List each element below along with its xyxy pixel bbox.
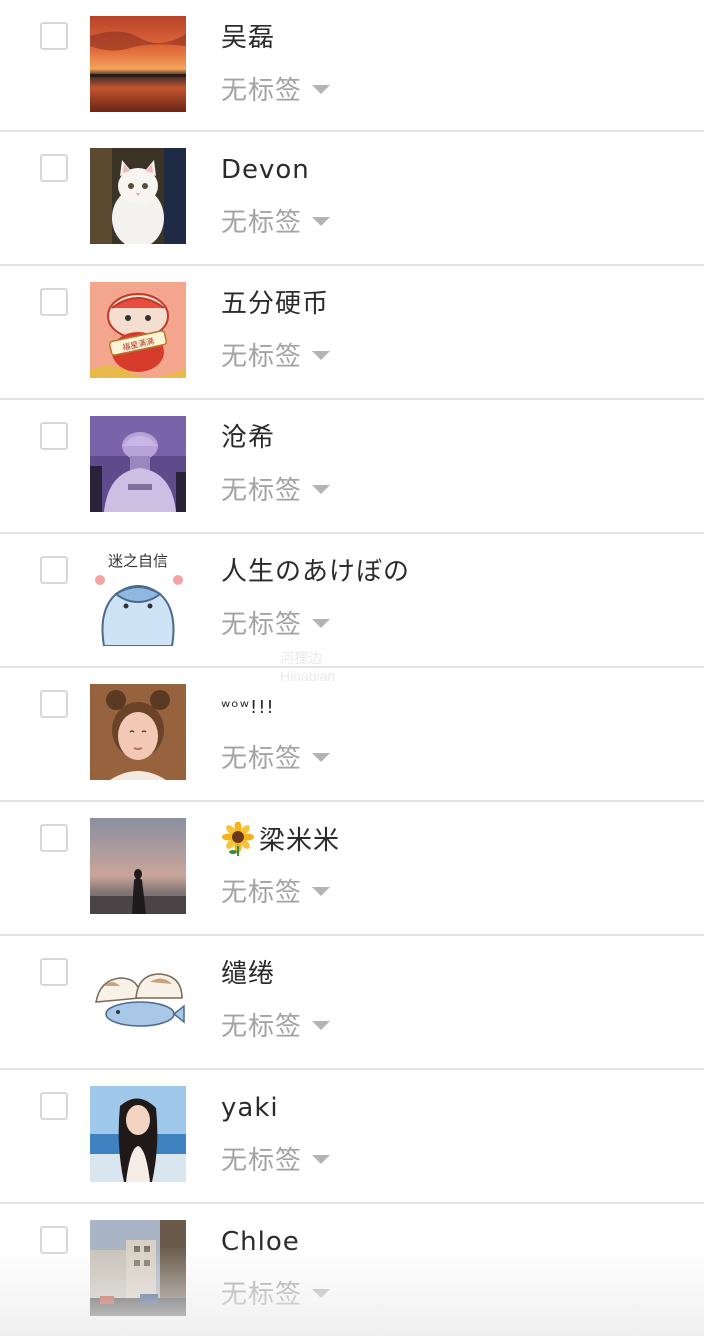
contact-row[interactable]: 梁米米 无标签 <box>0 802 704 936</box>
caret-down-icon <box>312 216 331 226</box>
tag-label: 无标签 <box>221 1279 303 1310</box>
tag-dropdown[interactable]: 无标签 <box>221 470 331 506</box>
select-checkbox[interactable] <box>40 288 68 316</box>
watermark: 河狸边 Hinabian <box>280 648 430 692</box>
select-checkbox[interactable] <box>40 1092 68 1120</box>
caret-down-icon <box>312 84 331 94</box>
lion-dance-cartoon-avatar[interactable]: 福星满满 <box>90 282 186 378</box>
tag-label: 无标签 <box>221 1011 303 1042</box>
caret-down-icon <box>312 350 331 360</box>
tag-dropdown[interactable]: 无标签 <box>221 872 331 908</box>
contact-row[interactable]: 沧希 无标签 <box>0 400 704 534</box>
tag-dropdown[interactable]: 无标签 <box>221 738 331 774</box>
watermark-line2: Hinabian <box>280 668 336 684</box>
select-checkbox[interactable] <box>40 1226 68 1254</box>
city-street-avatar[interactable] <box>90 1220 186 1316</box>
select-checkbox[interactable] <box>40 22 68 50</box>
silhouette-dusk-avatar[interactable] <box>90 818 186 914</box>
contact-name: yaki <box>221 1093 279 1123</box>
tag-label: 无标签 <box>221 877 303 908</box>
cartoon-dolphin-avatar[interactable]: 迷之自信 <box>90 550 186 646</box>
select-checkbox[interactable] <box>40 958 68 986</box>
caret-down-icon <box>312 1288 331 1298</box>
contact-name: 吴磊 <box>221 23 276 53</box>
select-checkbox[interactable] <box>40 824 68 852</box>
tag-dropdown[interactable]: 无标签 <box>221 202 331 238</box>
contact-name: Devon <box>221 155 310 185</box>
caret-down-icon <box>312 484 331 494</box>
sunflower-icon <box>222 822 254 856</box>
caret-down-icon <box>312 618 331 628</box>
tag-label: 无标签 <box>221 609 303 640</box>
tag-label: 无标签 <box>221 341 303 372</box>
caret-down-icon <box>312 752 331 762</box>
caret-down-icon <box>312 1154 331 1164</box>
caret-down-icon <box>312 886 331 896</box>
select-checkbox[interactable] <box>40 556 68 584</box>
contact-row[interactable]: Devon 无标签 <box>0 132 704 266</box>
contact-row[interactable]: 吴磊 无标签 <box>0 0 704 132</box>
watermark-line1: 河狸边 <box>280 650 322 666</box>
contact-row[interactable]: yaki 无标签 <box>0 1070 704 1204</box>
contact-name: 缱绻 <box>221 959 276 989</box>
contact-row[interactable]: 缱绻 无标签 <box>0 936 704 1070</box>
contact-row[interactable]: 福星满满 五分硬币 无标签 <box>0 266 704 400</box>
contact-name: 梁米米 <box>221 822 340 859</box>
contact-name: Chloe <box>221 1227 300 1257</box>
tag-dropdown[interactable]: 无标签 <box>221 1274 331 1310</box>
tag-label: 无标签 <box>221 75 303 106</box>
tag-label: 无标签 <box>221 207 303 238</box>
caret-down-icon <box>312 1020 331 1030</box>
cartoon-cats-fish-avatar[interactable] <box>90 952 186 1048</box>
tag-label: 无标签 <box>221 743 303 774</box>
purple-cap-person-avatar[interactable] <box>90 416 186 512</box>
select-checkbox[interactable] <box>40 690 68 718</box>
tag-dropdown[interactable]: 无标签 <box>221 1006 331 1042</box>
tag-dropdown[interactable]: 无标签 <box>221 70 331 106</box>
contact-name: 沧希 <box>221 423 276 453</box>
contact-name: 人生のあけぼの <box>221 557 411 587</box>
contact-name: ʷᵒʷ!!! <box>221 697 275 718</box>
tag-label: 无标签 <box>221 1145 303 1176</box>
contact-name: 五分硬币 <box>221 289 330 319</box>
avatar-caption-text: 迷之自信 <box>108 552 168 570</box>
sunset-sea-avatar[interactable] <box>90 16 186 112</box>
contact-name-text: 梁米米 <box>259 826 341 856</box>
tag-dropdown[interactable]: 无标签 <box>221 336 331 372</box>
white-cat-avatar[interactable] <box>90 148 186 244</box>
select-checkbox[interactable] <box>40 422 68 450</box>
tag-dropdown[interactable]: 无标签 <box>221 1140 331 1176</box>
little-girl-avatar[interactable] <box>90 684 186 780</box>
tag-label: 无标签 <box>221 475 303 506</box>
tag-dropdown[interactable]: 无标签 <box>221 604 331 640</box>
girl-at-beach-avatar[interactable] <box>90 1086 186 1182</box>
select-checkbox[interactable] <box>40 154 68 182</box>
contact-row[interactable]: Chloe 无标签 <box>0 1204 704 1338</box>
